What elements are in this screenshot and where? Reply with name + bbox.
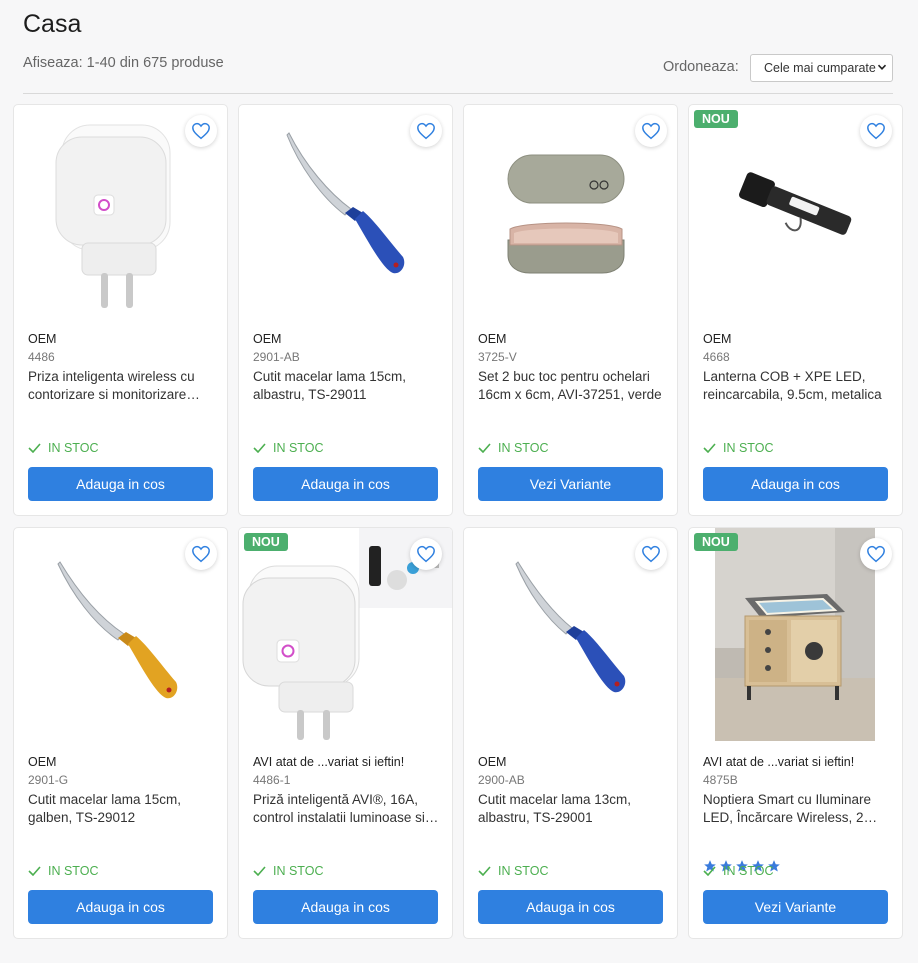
stock-status: IN STOC xyxy=(703,441,773,455)
heart-icon xyxy=(417,122,435,140)
sort-select-value: Cele mai cumparate xyxy=(764,61,876,75)
add-to-cart-button[interactable]: Adauga in cos xyxy=(28,467,213,501)
product-card[interactable]: OEM 4486 Priza inteligenta wireless cu c… xyxy=(13,104,228,516)
chevron-down-icon xyxy=(877,64,887,70)
favorite-button[interactable] xyxy=(185,538,217,570)
product-image[interactable] xyxy=(259,105,431,320)
product-image[interactable] xyxy=(484,105,656,320)
product-brand: OEM xyxy=(28,332,57,346)
favorite-button[interactable] xyxy=(860,538,892,570)
favorite-button[interactable] xyxy=(635,115,667,147)
product-card[interactable]: OEM 2901-AB Cutit macelar lama 15cm, alb… xyxy=(238,104,453,516)
product-sku: 4486 xyxy=(28,350,55,364)
heart-icon xyxy=(642,545,660,563)
stock-status: IN STOC xyxy=(28,864,98,878)
product-card[interactable]: OEM 3725-V Set 2 buc toc pentru ochelari… xyxy=(463,104,678,516)
product-count: Afiseaza: 1-40 din 675 produse xyxy=(23,55,224,71)
new-badge: NOU xyxy=(694,110,738,128)
product-brand: OEM xyxy=(253,332,282,346)
product-brand: OEM xyxy=(478,755,507,769)
sort-select[interactable]: Cele mai cumparate xyxy=(750,54,893,82)
stock-status: IN STOC xyxy=(28,441,98,455)
product-image[interactable] xyxy=(709,105,881,320)
product-card[interactable]: OEM 2901-G Cutit macelar lama 15cm, galb… xyxy=(13,527,228,939)
product-name[interactable]: Priză inteligentă AVI®, 16A, control ins… xyxy=(253,791,439,827)
heart-icon xyxy=(642,122,660,140)
product-name[interactable]: Cutit macelar lama 13cm, albastru, TS-29… xyxy=(478,791,664,827)
view-variants-button[interactable]: Vezi Variante xyxy=(478,467,663,501)
add-to-cart-button[interactable]: Adauga in cos xyxy=(478,890,663,924)
stock-label: IN STOC xyxy=(48,864,99,878)
page-title: Casa xyxy=(23,10,82,38)
product-sku: 4875B xyxy=(703,773,738,787)
product-brand: OEM xyxy=(28,755,57,769)
product-sku: 4486-1 xyxy=(253,773,291,787)
product-name[interactable]: Cutit macelar lama 15cm, albastru, TS-29… xyxy=(253,368,439,404)
view-variants-button[interactable]: Vezi Variante xyxy=(703,890,888,924)
stock-label: IN STOC xyxy=(498,441,549,455)
heart-icon xyxy=(867,122,885,140)
stock-status: IN STOC xyxy=(478,864,548,878)
product-image[interactable] xyxy=(484,528,656,743)
product-name[interactable]: Priza inteligenta wireless cu contorizar… xyxy=(28,368,214,404)
product-sku: 2901-AB xyxy=(253,350,300,364)
new-badge: NOU xyxy=(244,533,288,551)
stock-status: IN STOC xyxy=(253,864,323,878)
check-icon xyxy=(478,866,491,876)
stock-label: IN STOC xyxy=(723,441,774,455)
product-brand: AVI atat de ...variat si ieftin! xyxy=(253,755,405,769)
stock-label: IN STOC xyxy=(48,441,99,455)
stock-label: IN STOC xyxy=(273,441,324,455)
product-brand: OEM xyxy=(703,332,732,346)
check-icon xyxy=(28,443,41,453)
product-sku: 2900-AB xyxy=(478,773,525,787)
stock-label: IN STOC xyxy=(498,864,549,878)
product-card[interactable]: NOU AVI atat de ...variat si ieftin! 487… xyxy=(688,527,903,939)
favorite-button[interactable] xyxy=(860,115,892,147)
check-icon xyxy=(478,443,491,453)
product-name[interactable]: Lanterna COB + XPE LED, reincarcabila, 9… xyxy=(703,368,889,404)
favorite-button[interactable] xyxy=(635,538,667,570)
product-card[interactable]: NOU OEM 4668 Lanterna COB + XPE LED, rei… xyxy=(688,104,903,516)
check-icon xyxy=(253,443,266,453)
heart-icon xyxy=(192,122,210,140)
favorite-button[interactable] xyxy=(185,115,217,147)
product-name[interactable]: Cutit macelar lama 15cm, galben, TS-2901… xyxy=(28,791,214,827)
check-icon xyxy=(703,866,716,876)
check-icon xyxy=(28,866,41,876)
stock-label: IN STOC xyxy=(723,864,774,878)
check-icon xyxy=(253,866,266,876)
stock-status: IN STOC xyxy=(478,441,548,455)
product-sku: 2901-G xyxy=(28,773,69,787)
product-image[interactable] xyxy=(34,528,206,743)
favorite-button[interactable] xyxy=(410,538,442,570)
product-name[interactable]: Noptiera Smart cu Iluminare LED, Încărca… xyxy=(703,791,889,827)
product-sku: 3725-V xyxy=(478,350,517,364)
product-brand: AVI atat de ...variat si ieftin! xyxy=(703,755,855,769)
new-badge: NOU xyxy=(694,533,738,551)
product-card[interactable]: OEM 2900-AB Cutit macelar lama 13cm, alb… xyxy=(463,527,678,939)
favorite-button[interactable] xyxy=(410,115,442,147)
product-grid: OEM 4486 Priza inteligenta wireless cu c… xyxy=(13,104,903,939)
stock-status: IN STOC xyxy=(253,441,323,455)
heart-icon xyxy=(417,545,435,563)
product-sku: 4668 xyxy=(703,350,730,364)
add-to-cart-button[interactable]: Adauga in cos xyxy=(253,467,438,501)
stock-status: IN STOC xyxy=(703,864,773,878)
check-icon xyxy=(703,443,716,453)
product-name[interactable]: Set 2 buc toc pentru ochelari 16cm x 6cm… xyxy=(478,368,664,404)
add-to-cart-button[interactable]: Adauga in cos xyxy=(703,467,888,501)
product-image[interactable] xyxy=(715,528,875,741)
heart-icon xyxy=(867,545,885,563)
stock-label: IN STOC xyxy=(273,864,324,878)
product-brand: OEM xyxy=(478,332,507,346)
product-image[interactable] xyxy=(34,105,206,320)
heart-icon xyxy=(192,545,210,563)
add-to-cart-button[interactable]: Adauga in cos xyxy=(253,890,438,924)
divider xyxy=(23,93,893,94)
sort-label: Ordoneaza: xyxy=(663,59,739,75)
product-card[interactable]: NOU AVI atat de ...variat si ieftin! 448… xyxy=(238,527,453,939)
add-to-cart-button[interactable]: Adauga in cos xyxy=(28,890,213,924)
